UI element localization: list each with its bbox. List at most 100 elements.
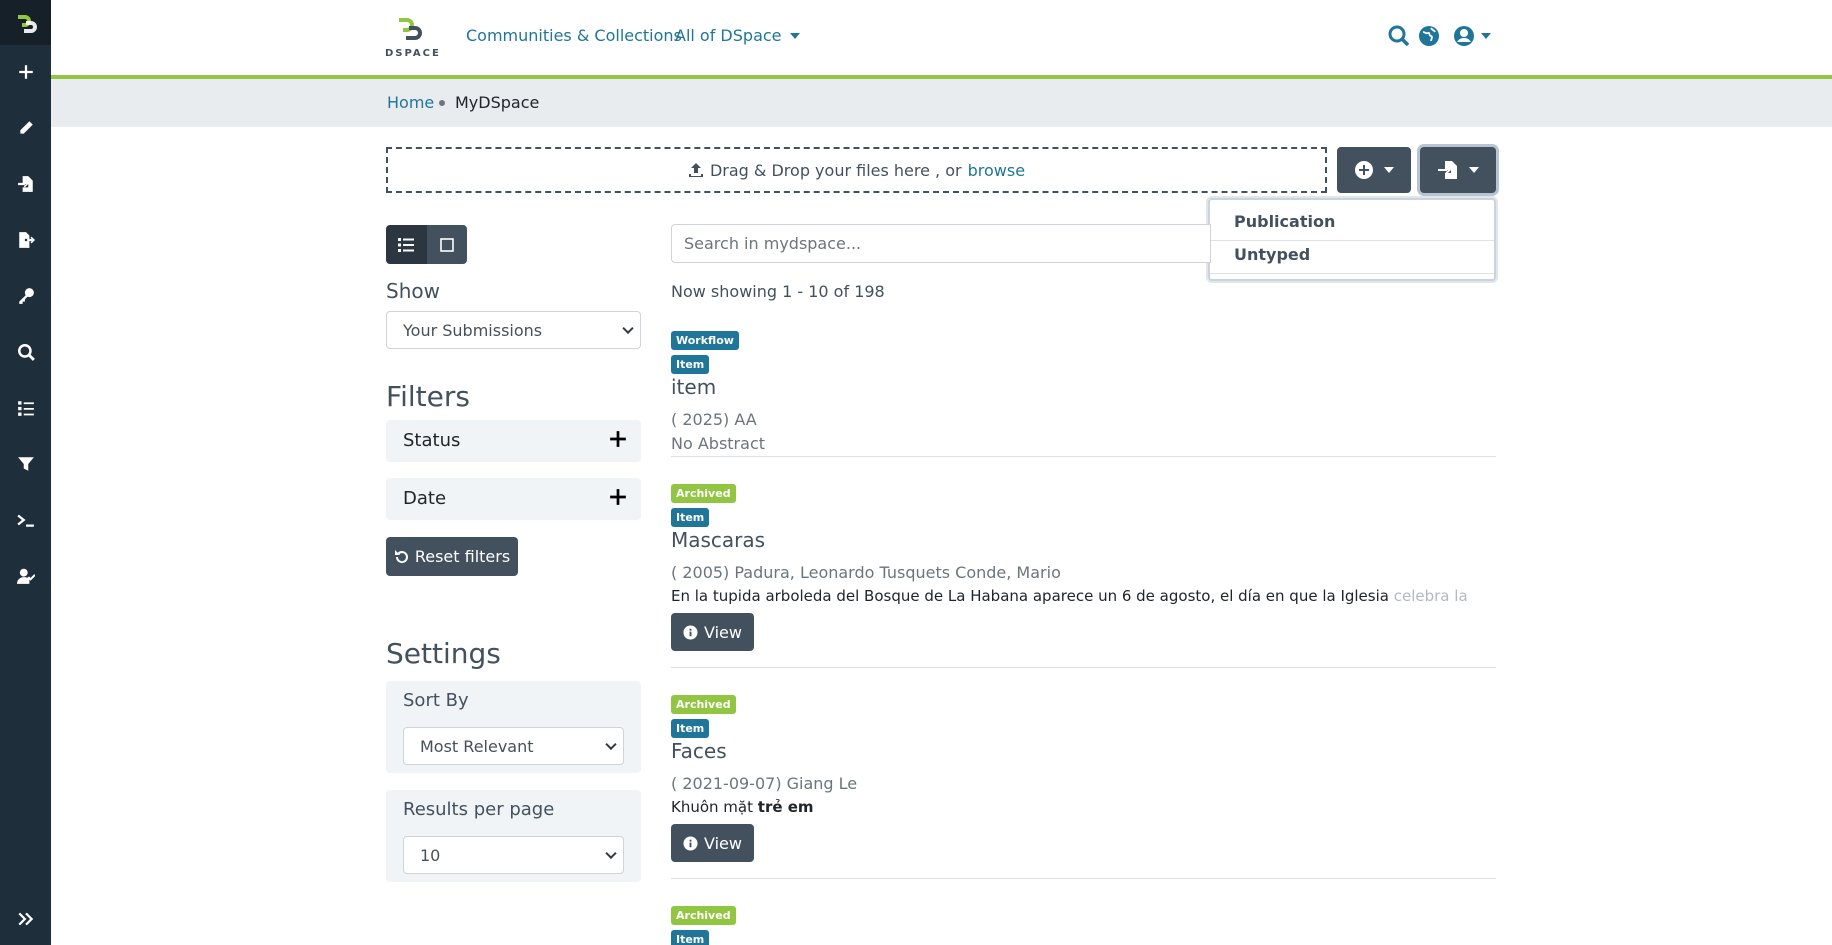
chevron-down-icon [605, 847, 617, 860]
result-title[interactable]: Mascaras [671, 528, 765, 552]
filters-heading: Filters [386, 380, 470, 413]
file-dropzone[interactable]: Drag & Drop your files here , or browse [386, 147, 1327, 193]
dropzone-text: Drag & Drop your files here , or [709, 160, 962, 180]
chevron-down-icon [1481, 33, 1491, 39]
chevron-down-icon [605, 738, 617, 751]
brand-logo-text: DSPACE [385, 48, 441, 59]
user-circle-icon [1454, 26, 1474, 46]
globe-icon[interactable] [1417, 24, 1441, 48]
plus-icon [610, 489, 626, 505]
import-dropdown-menu: Publication Untyped [1208, 198, 1496, 281]
status-badge: Archived [671, 695, 736, 714]
info-icon [683, 624, 698, 640]
breadcrumb-current: MyDSpace [455, 93, 540, 112]
file-export-icon[interactable] [0, 220, 51, 260]
upload-icon [688, 163, 703, 177]
result-meta: ( 2025) AA [671, 410, 757, 429]
status-badge: Archived [671, 484, 736, 503]
grid-view-button[interactable] [426, 225, 467, 264]
result-divider [671, 878, 1496, 879]
dspace-brand-logo[interactable]: DSPACE [385, 14, 443, 60]
list-icon[interactable] [0, 388, 51, 428]
settings-heading: Settings [386, 637, 501, 670]
view-button-label: View [704, 622, 742, 642]
result-abstract-fade: celebra la [1393, 587, 1468, 605]
dspace-logo-icon[interactable] [0, 0, 51, 45]
breadcrumb [51, 79, 1832, 127]
facet-status[interactable]: Status [386, 420, 641, 462]
nav-all-of-dspace[interactable]: All of DSpace [675, 26, 800, 45]
search-icon[interactable] [1387, 24, 1411, 48]
search-placeholder: Search in mydspace... [684, 234, 862, 253]
result-title[interactable]: item [671, 375, 716, 399]
sort-select[interactable]: Most Relevant [403, 727, 624, 765]
type-badge: Item [671, 719, 710, 738]
status-badge: Archived [671, 906, 736, 925]
import-button[interactable] [1420, 147, 1496, 193]
plus-icon[interactable] [0, 52, 51, 92]
results-per-page-label: Results per page [403, 799, 555, 820]
plus-circle-icon [1355, 161, 1373, 179]
result-meta: ( 2005) Padura, Leonardo Tusquets Conde,… [671, 563, 1061, 582]
view-button-label: View [704, 833, 742, 853]
expand-icon[interactable] [0, 899, 51, 939]
reset-filters-label: Reset filters [414, 547, 511, 566]
menu-divider [1210, 273, 1494, 274]
view-button[interactable]: View [671, 613, 754, 651]
results-count: Now showing 1 - 10 of 198 [671, 282, 885, 301]
result-abstract: Khuôn mặt trẻ em [671, 798, 814, 816]
search-input[interactable]: Search in mydspace... [671, 224, 1211, 263]
show-select[interactable]: Your Submissions [386, 311, 641, 349]
menu-item-publication[interactable]: Publication [1234, 212, 1335, 231]
view-button[interactable]: View [671, 824, 754, 862]
facet-label: Status [403, 430, 461, 451]
file-import-icon[interactable] [0, 164, 51, 204]
undo-icon [394, 549, 408, 563]
result-title[interactable]: Faces [671, 739, 727, 763]
list-icon [398, 237, 415, 252]
sort-select-value: Most Relevant [420, 736, 534, 756]
list-view-button[interactable] [386, 225, 427, 264]
chevron-down-icon [622, 322, 634, 335]
menu-item-untyped[interactable]: Untyped [1234, 245, 1310, 264]
filter-icon[interactable] [0, 444, 51, 484]
show-select-value: Your Submissions [403, 320, 543, 340]
result-abstract-highlight: trẻ em [757, 798, 814, 816]
facet-label: Date [403, 488, 447, 509]
breadcrumb-home-link[interactable]: Home [387, 93, 434, 112]
view-mode-switch [386, 225, 467, 264]
reset-filters-button[interactable]: Reset filters [386, 537, 518, 576]
rpp-select[interactable]: 10 [403, 836, 624, 874]
search-icon[interactable] [0, 332, 51, 372]
result-divider [671, 667, 1496, 668]
pencil-icon[interactable] [0, 108, 51, 148]
type-badge: Item [671, 355, 710, 374]
terminal-icon[interactable] [0, 500, 51, 540]
facet-date[interactable]: Date [386, 478, 641, 520]
result-divider [671, 456, 1496, 457]
rpp-select-value: 10 [420, 845, 441, 865]
result-abstract: No Abstract [671, 434, 766, 453]
new-submission-button[interactable] [1337, 147, 1411, 193]
user-menu-toggle[interactable] [1452, 24, 1492, 48]
type-badge: Item [671, 930, 710, 945]
type-badge: Item [671, 508, 710, 527]
sort-by-label: Sort By [403, 690, 469, 711]
square-icon [439, 237, 454, 252]
plus-icon [610, 431, 626, 447]
chevron-down-icon [1469, 167, 1479, 173]
status-badge: Workflow [671, 331, 739, 350]
top-navbar [51, 0, 1832, 75]
result-meta: ( 2021-09-07) Giang Le [671, 774, 858, 793]
nav-communities-collections[interactable]: Communities & Collections [466, 26, 682, 45]
browse-link[interactable]: browse [968, 161, 1025, 180]
breadcrumb-separator [439, 100, 445, 106]
result-abstract-text: En la tupida arboleda del Bosque de La H… [671, 587, 1389, 605]
menu-divider [1210, 240, 1494, 241]
admin-sidebar [0, 0, 51, 945]
user-check-icon[interactable] [0, 556, 51, 596]
key-icon[interactable] [0, 276, 51, 316]
file-import-icon [1438, 161, 1457, 179]
chevron-down-icon [789, 32, 800, 39]
nav-all-of-dspace-label: All of DSpace [675, 26, 782, 45]
